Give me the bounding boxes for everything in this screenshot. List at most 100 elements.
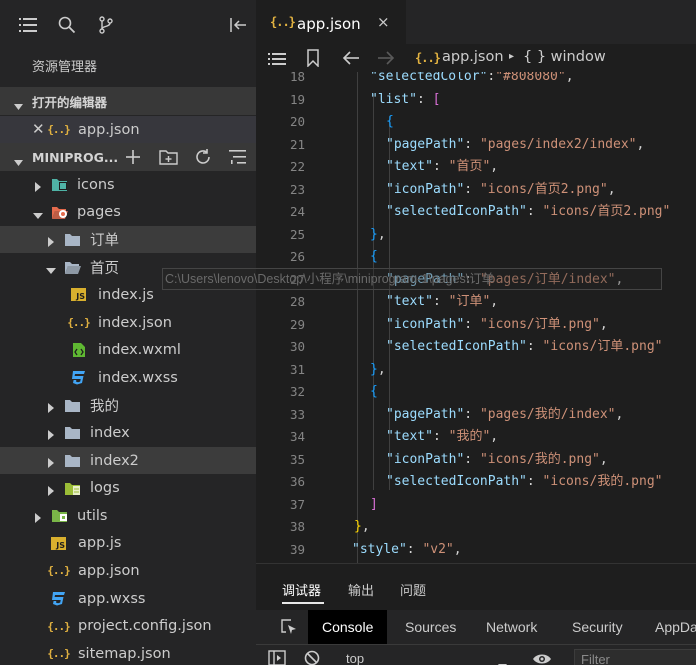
tree-item[interactable]: {..} app.json (0, 557, 256, 584)
tree-item-label: app.wxss (78, 590, 146, 607)
tree-item[interactable]: icons (0, 171, 256, 198)
filter-input[interactable]: Filter (574, 649, 696, 665)
code-line: 26 { (256, 246, 696, 268)
line-number: 37 (289, 496, 305, 512)
folder-utils-icon (51, 507, 68, 524)
search-icon[interactable] (57, 15, 77, 35)
tree-item-label: index.json (98, 314, 172, 331)
tree-item[interactable]: index2 (0, 447, 256, 474)
tab-app-json[interactable]: {..} app.json × (256, 0, 406, 44)
collapse-panel-icon[interactable] (228, 15, 248, 35)
code-token: "text" (386, 429, 433, 444)
open-editor-item[interactable]: ✕ {..} app.json (0, 116, 256, 143)
eye-icon[interactable] (532, 651, 552, 665)
tree-item-label: 订单 (90, 233, 119, 250)
code-line: 36 "selectedIconPath": "icons/我的.png" (256, 471, 696, 493)
tree-item[interactable]: logs (0, 475, 256, 502)
chevron-down-icon (14, 96, 23, 115)
open-editors-header[interactable]: 打开的编辑器 (0, 87, 256, 115)
sidebar-toggle-icon[interactable] (268, 650, 286, 665)
chevron-right-icon (47, 484, 55, 500)
code-text: }, (370, 224, 386, 246)
line-number: 18 (289, 72, 305, 84)
tree-item[interactable]: 我的 (0, 392, 256, 419)
inspect-element-icon[interactable] (280, 618, 298, 640)
css-file-icon (50, 590, 67, 607)
tree-item[interactable]: pages (0, 199, 256, 226)
line-number: 23 (289, 181, 305, 197)
tab-network[interactable]: Network (486, 610, 537, 644)
bookmark-icon[interactable] (306, 49, 320, 71)
panel-tabs: 调试器 输出 问题 (256, 564, 696, 610)
collapse-all-icon[interactable] (229, 149, 247, 169)
tree-item[interactable]: {..} sitemap.json (0, 640, 256, 665)
close-icon[interactable]: × (377, 13, 390, 31)
tree-item[interactable]: 订单 (0, 226, 256, 254)
code-editor[interactable]: 18 "selectedColor":"#808080", 19 "list": [2… (256, 72, 696, 563)
project-header[interactable]: MINIPROG... (0, 143, 256, 171)
breadcrumb-file[interactable]: app.json (442, 49, 504, 65)
code-text: }, (370, 359, 386, 381)
back-arrow-icon[interactable] (342, 50, 360, 70)
close-icon[interactable]: ✕ (32, 120, 45, 138)
code-text: }, (354, 516, 370, 538)
chevron-right-icon (47, 428, 55, 444)
code-token: "selectedColor" (370, 72, 488, 84)
tab-security[interactable]: Security (572, 610, 623, 644)
line-number: 31 (289, 361, 305, 377)
js-file-icon: JS (50, 535, 67, 552)
code-text: "selectedIconPath": "icons/订单.png" (386, 336, 662, 358)
code-token: , (615, 406, 624, 422)
tree-item-label: index.wxml (98, 342, 181, 359)
code-token: "icons/订单.png" (542, 339, 663, 354)
tree-item[interactable]: app.wxss (0, 585, 256, 612)
tab-console[interactable]: Console (308, 610, 388, 644)
tree-item[interactable]: JS app.js (0, 530, 256, 557)
clear-console-icon[interactable] (304, 650, 320, 665)
tab-debugger[interactable]: 调试器 (282, 580, 321, 599)
forward-arrow-icon[interactable] (377, 50, 395, 70)
open-editors-label: 打开的编辑器 (32, 94, 108, 110)
code-line: 23 "iconPath": "icons/首页2.png", (256, 179, 696, 201)
code-line: 34 "text": "我的", (256, 426, 696, 448)
tree-item[interactable]: {..} project.config.json (0, 613, 256, 640)
line-number: 24 (289, 204, 305, 219)
new-file-icon[interactable] (124, 148, 142, 170)
chevron-down-icon[interactable] (498, 655, 507, 665)
tab-problems[interactable]: 问题 (400, 580, 426, 599)
tree-item[interactable]: index (0, 419, 256, 446)
code-token: , (565, 72, 574, 84)
code-token: "首页" (448, 159, 491, 174)
breadcrumb-symbol[interactable]: { } window (523, 49, 606, 65)
tree-item[interactable]: {..} index.json (0, 309, 256, 336)
list-icon[interactable] (268, 51, 286, 70)
tab-output[interactable]: 输出 (348, 580, 374, 599)
code-line: 33 "pagePath": "pages/我的/index", (256, 404, 696, 426)
line-number: 26 (289, 249, 305, 264)
tree-item[interactable]: index.wxss (0, 364, 256, 391)
code-token: "pages/index2/index" (479, 136, 637, 152)
code-token: "pages/我的/index" (479, 406, 616, 422)
new-folder-icon[interactable] (159, 148, 178, 169)
code-token: : (464, 181, 480, 197)
refresh-icon[interactable] (194, 148, 212, 170)
context-select[interactable]: top (346, 651, 364, 665)
code-token: , (636, 136, 645, 152)
tab-sources[interactable]: Sources (405, 610, 456, 644)
code-line: 30 "selectedIconPath": "icons/订单.png" (256, 336, 696, 358)
code-token: , (599, 451, 608, 467)
code-token: , (607, 181, 616, 197)
line-number: 33 (289, 406, 305, 422)
folder-icon (64, 424, 81, 441)
source-control-icon[interactable] (96, 15, 116, 35)
chevron-down-icon (33, 208, 43, 224)
tree-item[interactable]: index.wxml (0, 337, 256, 364)
tab-appdata[interactable]: AppData (655, 610, 696, 644)
tree-item[interactable]: utils (0, 502, 256, 529)
folder-pages-icon (51, 204, 68, 221)
folder-icon (64, 397, 81, 414)
code-token: } (354, 519, 362, 534)
editor-tabbar: {..} app.json × (256, 0, 696, 44)
code-line: 39 "style": "v2", (256, 539, 696, 561)
list-icon[interactable] (18, 15, 38, 35)
